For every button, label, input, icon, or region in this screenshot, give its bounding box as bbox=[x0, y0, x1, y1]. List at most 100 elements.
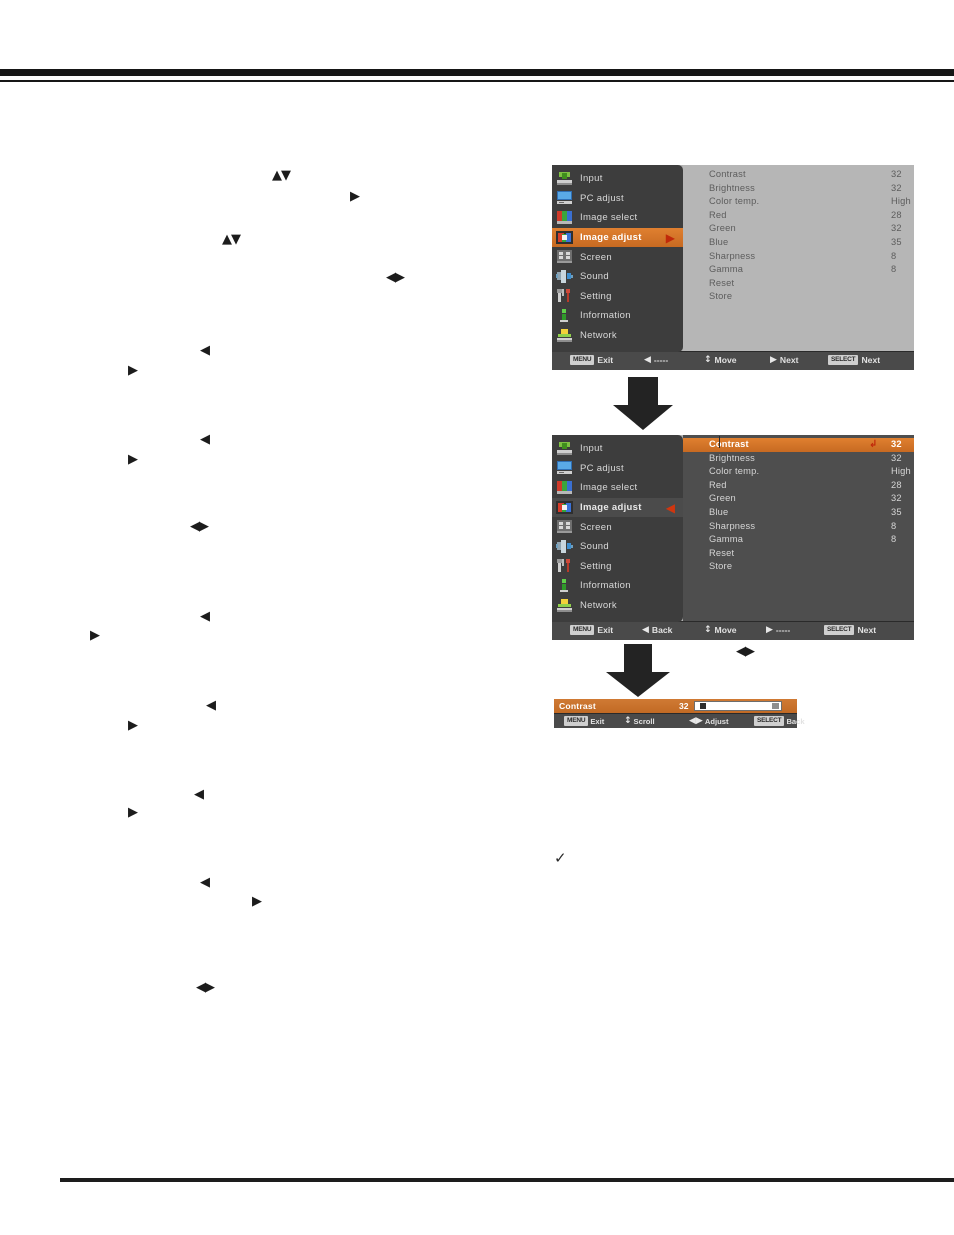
sidebar-item-input[interactable]: Input bbox=[552, 169, 683, 189]
checkmark-note-bullet: ✓ bbox=[554, 849, 567, 867]
osd-value-row[interactable]: Contrast 32 bbox=[683, 168, 914, 182]
keycap-menu: MENU bbox=[570, 625, 595, 635]
footer-hint: ◀▶ Adjust bbox=[689, 716, 728, 726]
contrast-adjust-footer-help: MENU Exit ↕ Scroll ◀▶ Adjust SELECT Back bbox=[554, 713, 805, 728]
glyph-right-7: ▶ bbox=[252, 894, 262, 909]
footer-hint-label: Exit bbox=[590, 716, 605, 726]
sidebar-item-sound[interactable]: Sound bbox=[552, 537, 683, 557]
sidebar-item-label: Network bbox=[580, 600, 617, 612]
input-icon bbox=[556, 171, 573, 186]
sidebar-item-label: Sound bbox=[580, 271, 609, 283]
osd-value-label: Color temp. bbox=[709, 196, 760, 207]
glyph-left-6: ◀ bbox=[200, 875, 210, 890]
sidebar-item-image-adjust[interactable]: Image adjust ◀ bbox=[552, 497, 683, 518]
osd-value-row[interactable]: Gamma 8 bbox=[683, 263, 914, 277]
sidebar-item-image-select[interactable]: Image select bbox=[552, 478, 683, 498]
sidebar-item-pc-adjust[interactable]: PC adjust bbox=[552, 189, 683, 209]
footer-hint-label: Exit bbox=[597, 625, 614, 635]
sound-icon bbox=[556, 539, 573, 554]
sidebar-item-setting[interactable]: Setting bbox=[552, 287, 683, 307]
contrast-slider[interactable] bbox=[694, 701, 782, 711]
network-icon bbox=[556, 328, 573, 343]
footer-hint: ▶ ----- bbox=[766, 625, 790, 635]
glyph-up-down-1: ▲▼ bbox=[272, 168, 291, 183]
sidebar-item-label: Input bbox=[580, 173, 603, 185]
osd-value-row[interactable]: Color temp. High bbox=[683, 465, 914, 479]
osd-value-row[interactable]: Reset bbox=[683, 547, 914, 561]
osd-value-label: Green bbox=[709, 223, 736, 234]
glyph-left-right-1: ◀▶ bbox=[386, 270, 405, 285]
glyph-right-1: ▶ bbox=[350, 189, 360, 204]
osd-value-row[interactable]: Gamma 8 bbox=[683, 533, 914, 547]
sidebar-item-label: Screen bbox=[580, 521, 612, 533]
osd-value-row[interactable]: Sharpness 8 bbox=[683, 520, 914, 534]
sidebar-item-information[interactable]: Information bbox=[552, 306, 683, 326]
sidebar-item-network[interactable]: Network bbox=[552, 596, 683, 616]
sidebar-item-label: PC adjust bbox=[580, 192, 624, 204]
osd2-footer-help: MENU Exit ◀ Back ↕ Move ▶ ----- SELECT Next bbox=[552, 621, 914, 640]
osd-value-number: 32 bbox=[891, 182, 902, 193]
pc-adjust-icon bbox=[556, 461, 573, 475]
flow-arrow-down-2 bbox=[606, 644, 670, 697]
page-top-rule-thick bbox=[0, 69, 954, 76]
footer-hint-label: Next bbox=[861, 355, 881, 365]
osd-value-label: Color temp. bbox=[709, 466, 760, 477]
glyph-right-5: ▶ bbox=[128, 718, 138, 733]
osd-value-row[interactable]: Red 28 bbox=[683, 209, 914, 223]
osd-value-row[interactable]: Sharpness 8 bbox=[683, 250, 914, 264]
osd-value-number: 8 bbox=[891, 250, 897, 261]
sidebar-item-label: Information bbox=[580, 580, 631, 592]
footer-arrow-icon: ↕ bbox=[704, 355, 712, 365]
footer-hint: SELECT Next bbox=[824, 625, 876, 635]
osd-value-number: 28 bbox=[891, 479, 902, 490]
sidebar-item-input[interactable]: Input bbox=[552, 439, 683, 459]
sidebar-item-setting[interactable]: Setting bbox=[552, 557, 683, 577]
sidebar-item-screen[interactable]: Screen bbox=[552, 517, 683, 537]
osd-value-row[interactable]: Color temp. High bbox=[683, 195, 914, 209]
osd-value-row[interactable]: Store bbox=[683, 560, 914, 574]
osd-value-row[interactable]: Brightness 32 bbox=[683, 182, 914, 196]
sidebar-item-image-select[interactable]: Image select bbox=[552, 208, 683, 228]
glyph-left-4: ◀ bbox=[206, 698, 216, 713]
sidebar-item-label: Screen bbox=[580, 251, 612, 263]
osd-value-number: 32 bbox=[891, 223, 902, 234]
sidebar-item-sound[interactable]: Sound bbox=[552, 267, 683, 287]
sidebar-item-label: Image select bbox=[580, 212, 638, 224]
sidebar-item-information[interactable]: Information bbox=[552, 576, 683, 596]
osd-value-number: 8 bbox=[891, 520, 897, 531]
osd-value-row[interactable]: Reset bbox=[683, 277, 914, 291]
contrast-slider-endmark bbox=[772, 703, 779, 709]
glyph-left-2: ◀ bbox=[200, 432, 210, 447]
footer-hint: ↕ Scroll bbox=[624, 716, 655, 726]
footer-arrow-icon: ↕ bbox=[704, 625, 712, 635]
sidebar-item-image-adjust[interactable]: Image adjust ▶ bbox=[552, 227, 683, 248]
screen-icon bbox=[556, 520, 573, 534]
osd1-sidebar: Input PC adjust Image select Image adjust ▶ S… bbox=[552, 165, 683, 352]
glyph-left-3: ◀ bbox=[200, 609, 210, 624]
image-adjust-icon bbox=[556, 230, 573, 245]
sidebar-item-network[interactable]: Network bbox=[552, 326, 683, 346]
sidebar-item-label: Sound bbox=[580, 541, 609, 553]
osd2-value-pane: Contrast ↲ 32 Brightness 32 Color temp. High Re… bbox=[683, 435, 914, 622]
footer-hint-label: ----- bbox=[775, 625, 791, 635]
osd-value-row[interactable]: Green 32 bbox=[683, 492, 914, 506]
contrast-slider-knob[interactable] bbox=[699, 703, 706, 709]
sidebar-item-label: Setting bbox=[580, 290, 612, 302]
osd-value-row[interactable]: Contrast ↲ 32 bbox=[683, 438, 914, 452]
osd-value-row[interactable]: Red 28 bbox=[683, 479, 914, 493]
footer-hint-label: Move bbox=[714, 625, 737, 635]
sidebar-item-screen[interactable]: Screen bbox=[552, 247, 683, 267]
osd2-sidebar: Input PC adjust Image select Image adjust ◀ S… bbox=[552, 435, 683, 622]
osd-value-row[interactable]: Store bbox=[683, 290, 914, 304]
osd-value-label: Brightness bbox=[709, 182, 755, 193]
osd-value-row[interactable]: Blue 35 bbox=[683, 236, 914, 250]
osd-value-label: Blue bbox=[709, 236, 729, 247]
footer-hint: MENU Exit bbox=[570, 355, 613, 365]
osd-value-row[interactable]: Green 32 bbox=[683, 222, 914, 236]
osd1-sidebar-caret: ▶ bbox=[665, 230, 675, 245]
osd-value-row[interactable]: Brightness 32 bbox=[683, 452, 914, 466]
osd-value-row[interactable]: Blue 35 bbox=[683, 506, 914, 520]
sidebar-item-label: Information bbox=[580, 310, 631, 322]
sidebar-item-pc-adjust[interactable]: PC adjust bbox=[552, 459, 683, 479]
osd-value-label: Gamma bbox=[709, 534, 744, 545]
